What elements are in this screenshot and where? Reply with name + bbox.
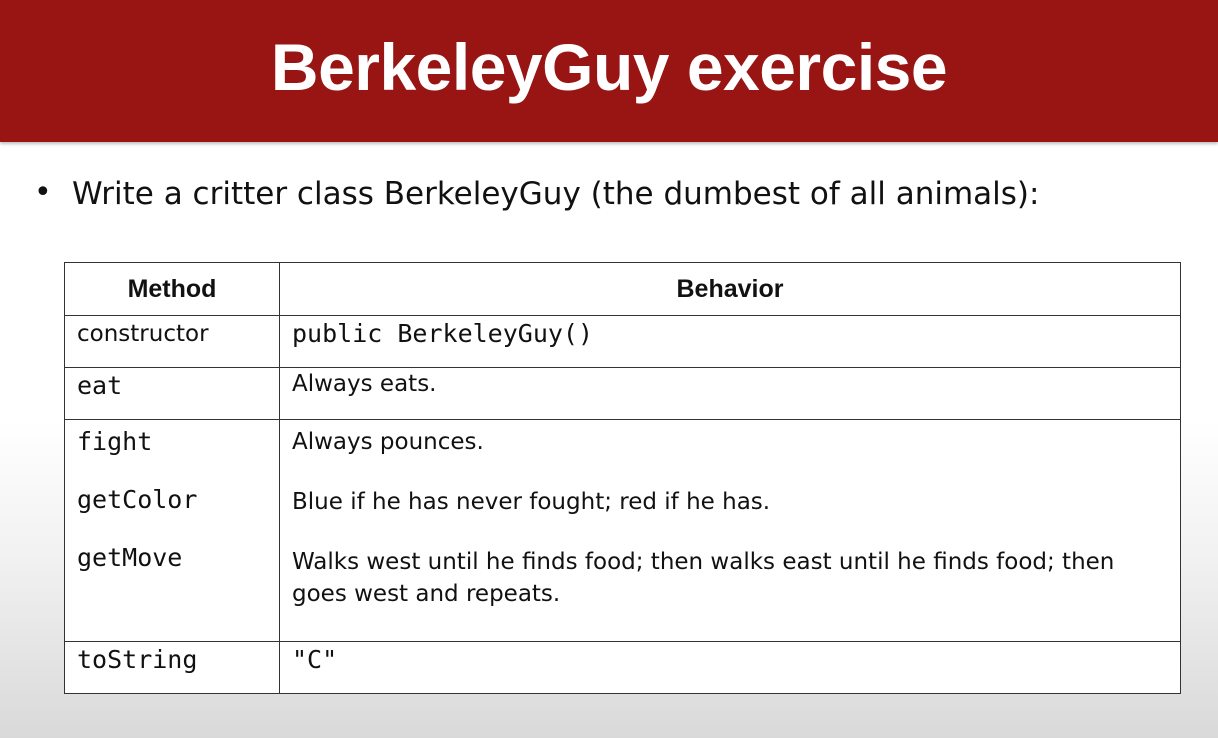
bullet-text: Write a critter class BerkeleyGuy (the d… (72, 176, 1040, 212)
method-cell: toString (64, 641, 280, 694)
bullet-icon: • (34, 175, 52, 210)
method-item: getColor (77, 478, 267, 536)
bullet-point: • Write a critter class BerkeleyGuy (the… (34, 172, 1184, 216)
behavior-item: Blue if he has never fought; red if he h… (292, 480, 1168, 540)
method-cell: eat (64, 367, 280, 420)
table-header-row: Method Behavior (64, 262, 1181, 316)
table-row: constructor public BerkeleyGuy() (64, 315, 1181, 368)
method-cell: constructor (64, 315, 280, 368)
method-name: eat (77, 371, 123, 400)
method-name: constructor (77, 321, 209, 347)
behavior-cell: "C" (279, 641, 1181, 694)
behavior-item: Always pounces. (292, 420, 1168, 480)
method-column-header: Method (64, 262, 280, 316)
method-name: toString (77, 645, 198, 674)
behavior-text: Always pounces. (292, 429, 484, 455)
behavior-cell: public BerkeleyGuy() (279, 315, 1181, 368)
table-row: toString "C" (64, 641, 1181, 694)
title-bar: BerkeleyGuy exercise (0, 0, 1218, 142)
methods-table: Method Behavior constructor public Berke… (64, 262, 1181, 694)
behavior-item: Walks west until he finds food; then wal… (292, 540, 1142, 641)
method-cell-group: fight getColor getMove (64, 419, 280, 642)
behavior-cell-group: Always pounces. Blue if he has never fou… (279, 419, 1181, 642)
behavior-text: public BerkeleyGuy() (292, 319, 594, 348)
behavior-text: Blue if he has never fought; red if he h… (292, 489, 771, 515)
slide-title: BerkeleyGuy exercise (270, 30, 948, 104)
behavior-text: Walks west until he finds food; then wal… (292, 549, 1115, 607)
table-row-group: fight getColor getMove Always pounces. B… (64, 419, 1181, 642)
method-name: fight (77, 427, 153, 456)
behavior-text: Always eats. (292, 371, 437, 397)
method-item: fight (77, 420, 267, 478)
behavior-column-header: Behavior (279, 262, 1181, 316)
table-row: eat Always eats. (64, 367, 1181, 420)
behavior-cell: Always eats. (279, 367, 1181, 420)
method-item: getMove (77, 536, 267, 635)
method-name: getMove (77, 543, 183, 572)
method-name: getColor (77, 485, 198, 514)
behavior-text: "C" (292, 645, 338, 674)
